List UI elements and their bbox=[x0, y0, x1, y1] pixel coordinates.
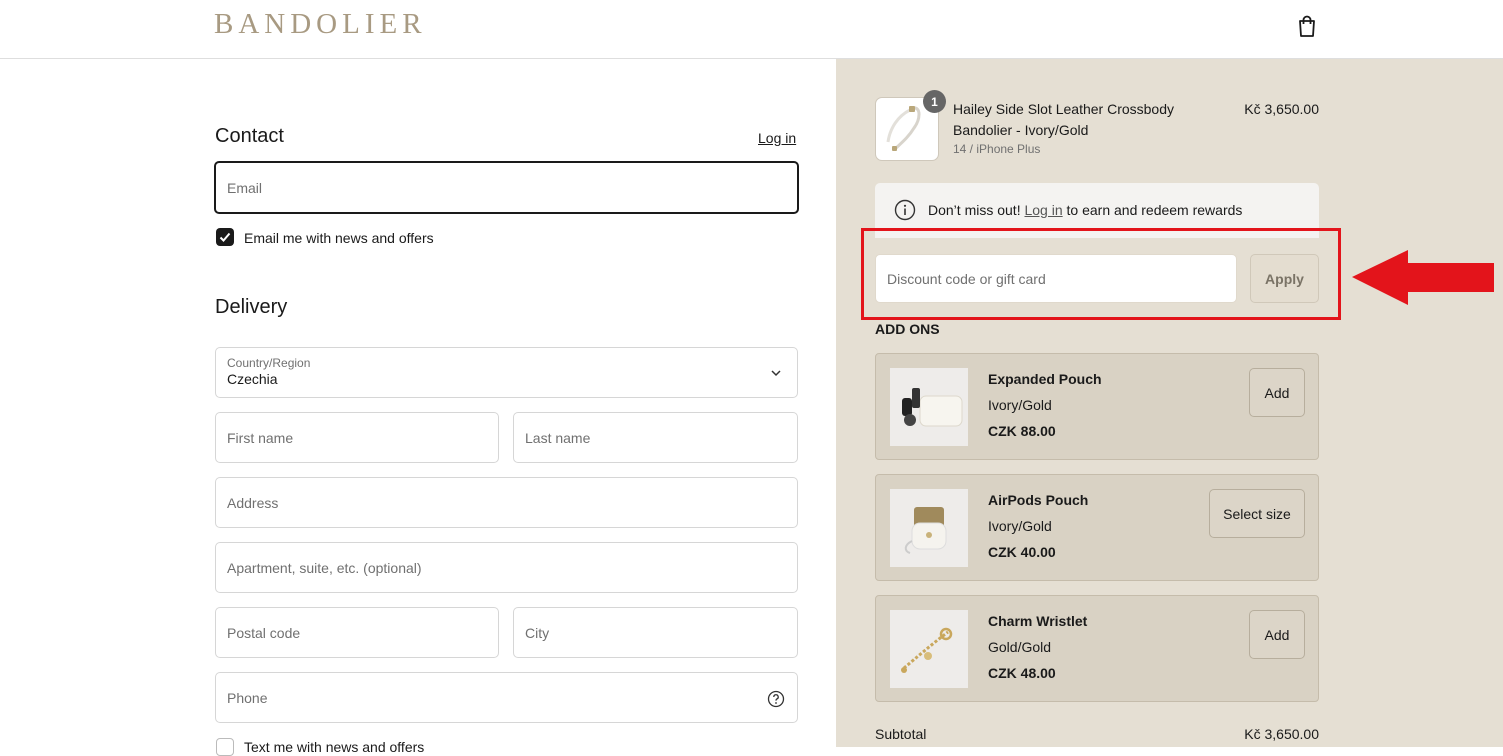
address-placeholder: Address bbox=[227, 494, 279, 511]
country-select[interactable]: Country/Region Czechia bbox=[215, 347, 798, 398]
airpods-pouch-image bbox=[890, 489, 968, 567]
pouch-image bbox=[902, 388, 963, 427]
addon-price: CZK 40.00 bbox=[988, 544, 1056, 560]
addon-name: Expanded Pouch bbox=[988, 371, 1102, 387]
subtotal-label: Subtotal bbox=[875, 726, 927, 742]
add-charm-wristlet-button[interactable]: Add bbox=[1249, 610, 1305, 659]
help-icon[interactable] bbox=[767, 690, 785, 708]
red-arrow-icon bbox=[1352, 250, 1494, 305]
rewards-login-link[interactable]: Log in bbox=[1024, 202, 1062, 218]
country-label: Country/Region bbox=[227, 356, 311, 370]
addon-card: Expanded Pouch Ivory/Gold CZK 88.00 Add bbox=[875, 353, 1319, 460]
add-expanded-pouch-button[interactable]: Add bbox=[1249, 368, 1305, 417]
shopping-bag-icon[interactable] bbox=[1296, 14, 1318, 38]
brand-logo[interactable]: BANDOLIER bbox=[214, 8, 427, 41]
product-variant: 14 / iPhone Plus bbox=[953, 142, 1041, 156]
last-name-placeholder: Last name bbox=[525, 429, 591, 446]
rewards-text: Don’t miss out! Log in to earn and redee… bbox=[928, 202, 1242, 218]
product-price: Kč 3,650.00 bbox=[1244, 101, 1319, 117]
rewards-prefix: Don’t miss out! bbox=[928, 202, 1021, 218]
phone-placeholder: Phone bbox=[227, 689, 268, 706]
addon-color: Ivory/Gold bbox=[988, 518, 1052, 534]
contact-title: Contact bbox=[215, 125, 284, 147]
last-name-field[interactable]: Last name bbox=[513, 412, 798, 463]
addons-title: ADD ONS bbox=[875, 321, 940, 337]
addon-price: CZK 48.00 bbox=[988, 665, 1056, 681]
email-field[interactable]: Email bbox=[214, 161, 799, 214]
email-placeholder: Email bbox=[227, 179, 263, 196]
city-field[interactable]: City bbox=[513, 607, 798, 658]
quantity-badge: 1 bbox=[923, 90, 946, 113]
charm-wristlet-image bbox=[890, 610, 968, 688]
addon-card: Charm Wristlet Gold/Gold CZK 48.00 Add bbox=[875, 595, 1319, 702]
chevron-down-icon bbox=[771, 370, 781, 377]
newsletter-checkbox[interactable] bbox=[216, 228, 234, 246]
apartment-field[interactable]: Apartment, suite, etc. (optional) bbox=[215, 542, 798, 593]
city-placeholder: City bbox=[525, 624, 550, 641]
postal-code-field[interactable]: Postal code bbox=[215, 607, 499, 658]
addon-name: Charm Wristlet bbox=[988, 613, 1088, 629]
addon-name: AirPods Pouch bbox=[988, 492, 1089, 508]
rewards-suffix: to earn and redeem rewards bbox=[1066, 202, 1243, 218]
first-name-placeholder: First name bbox=[227, 429, 294, 446]
newsletter-label: Email me with news and offers bbox=[244, 230, 434, 246]
addon-color: Ivory/Gold bbox=[988, 397, 1052, 413]
checkmark-icon bbox=[219, 232, 231, 242]
apartment-placeholder: Apartment, suite, etc. (optional) bbox=[227, 559, 422, 576]
discount-highlight-box bbox=[861, 228, 1341, 320]
addon-color: Gold/Gold bbox=[988, 639, 1052, 655]
address-field[interactable]: Address bbox=[215, 477, 798, 528]
info-icon bbox=[894, 199, 916, 221]
subtotal-value: Kč 3,650.00 bbox=[1244, 726, 1319, 742]
addon-price: CZK 88.00 bbox=[988, 423, 1056, 439]
site-header: BANDOLIER bbox=[0, 0, 1503, 59]
phone-field[interactable]: Phone bbox=[215, 672, 798, 723]
sms-label: Text me with news and offers bbox=[244, 739, 425, 755]
wristlet-image bbox=[901, 627, 953, 673]
expanded-pouch-image bbox=[890, 368, 968, 446]
postal-code-placeholder: Postal code bbox=[227, 624, 301, 641]
first-name-field[interactable]: First name bbox=[215, 412, 499, 463]
select-size-button[interactable]: Select size bbox=[1209, 489, 1305, 538]
country-value: Czechia bbox=[227, 371, 278, 387]
login-link[interactable]: Log in bbox=[758, 130, 796, 146]
delivery-title: Delivery bbox=[215, 296, 288, 318]
sms-checkbox[interactable] bbox=[216, 738, 234, 756]
product-name: Hailey Side Slot Leather Crossbody Bando… bbox=[953, 101, 1175, 138]
airpods-image bbox=[904, 507, 947, 554]
addon-card: AirPods Pouch Ivory/Gold CZK 40.00 Selec… bbox=[875, 474, 1319, 581]
